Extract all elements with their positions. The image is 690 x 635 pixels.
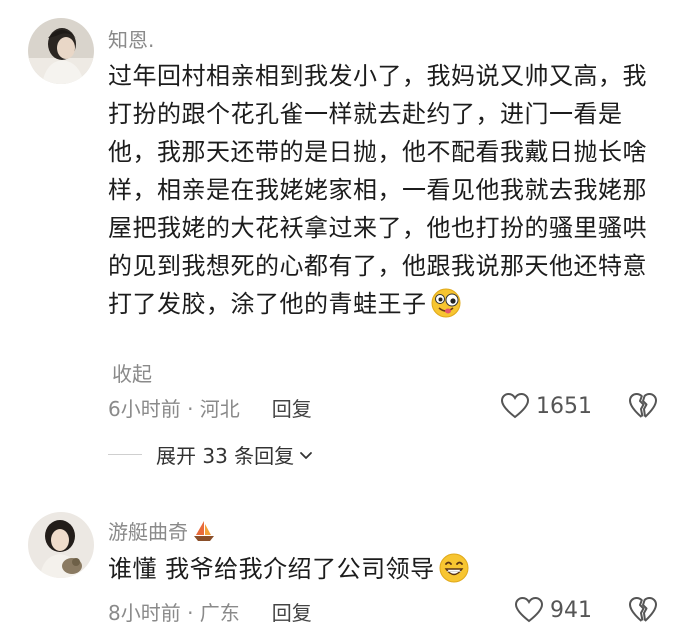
username-text: 游艇曲奇 <box>108 520 188 544</box>
meta-row: 6小时前 · 河北 回复 1651 <box>108 392 668 422</box>
reply-button[interactable]: 回复 <box>272 393 312 422</box>
like-button[interactable]: 941 <box>514 596 592 624</box>
broken-heart-icon <box>629 597 657 622</box>
username[interactable]: 知恩. <box>108 24 154 53</box>
sailboat-icon <box>194 520 214 541</box>
chevron-down-icon <box>300 451 313 459</box>
username-text: 知恩. <box>108 28 155 52</box>
reply-button[interactable]: 回复 <box>272 597 312 626</box>
like-count: 1651 <box>536 393 592 419</box>
meta-row: 8小时前 · 广东 回复 941 <box>108 596 668 626</box>
dislike-button[interactable] <box>628 392 658 425</box>
comment-body: 谁懂 我爷给我介绍了公司领导 <box>108 550 668 594</box>
expand-label: 展开 33 条回复 <box>156 444 295 468</box>
collapse-button[interactable]: 收起 <box>112 358 152 387</box>
comment-1: 知恩. 过年回村相亲相到我发小了，我妈说又帅又高，我打扮的跟个花孔雀一样就去赴约… <box>0 0 690 480</box>
avatar[interactable] <box>28 512 94 578</box>
like-button[interactable]: 1651 <box>500 392 592 420</box>
time-location: 6小时前 · 河北 <box>108 396 240 421</box>
grin-emoji <box>439 553 469 594</box>
comment-2: 游艇曲奇 谁懂 我爷给我介绍了公司领导 8小时前 · 广东 回复 941 <box>0 480 690 635</box>
time-location: 8小时前 · 广东 <box>108 600 240 625</box>
comment-text: 过年回村相亲相到我发小了，我妈说又帅又高，我打扮的跟个花孔雀一样就去赴约了，进门… <box>108 62 647 318</box>
like-count: 941 <box>550 597 592 623</box>
dislike-button[interactable] <box>628 596 658 629</box>
avatar[interactable] <box>28 18 94 84</box>
silly-face-emoji <box>431 288 461 329</box>
heart-outline-icon <box>500 392 530 419</box>
comment-text: 谁懂 我爷给我介绍了公司领导 <box>108 555 435 583</box>
heart-outline-icon <box>514 596 544 623</box>
broken-heart-icon <box>629 393 657 418</box>
expand-replies-button[interactable]: 展开 33 条回复 <box>108 440 314 469</box>
comment-body: 过年回村相亲相到我发小了，我妈说又帅又高，我打扮的跟个花孔雀一样就去赴约了，进门… <box>108 57 668 329</box>
divider-line <box>108 454 142 455</box>
username[interactable]: 游艇曲奇 <box>108 516 216 545</box>
